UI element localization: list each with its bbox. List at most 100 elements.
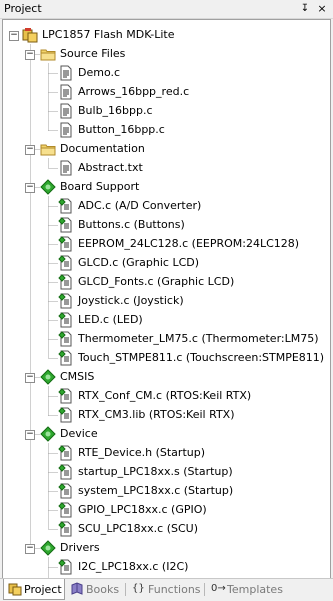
tree-file-item[interactable]: SCU_LPC18xx.c (SCU): [3, 520, 330, 539]
component-file-icon: [58, 388, 74, 404]
folder-icon: [40, 46, 56, 62]
project-root-label: LPC1857 Flash MDK-Lite: [42, 28, 175, 41]
tree-group[interactable]: − Device: [3, 425, 330, 444]
file-icon: [58, 103, 74, 119]
file-label: Abstract.txt: [78, 161, 143, 174]
project-icon: [22, 27, 38, 43]
file-label: RTX_Conf_CM.c (RTOS:Keil RTX): [78, 389, 252, 402]
collapse-toggle-icon[interactable]: −: [25, 50, 35, 60]
component-file-icon: [58, 407, 74, 423]
component-file-icon: [58, 217, 74, 233]
file-label: startup_LPC18xx.s (Startup): [78, 465, 233, 478]
tree-group[interactable]: − CMSIS: [3, 368, 330, 387]
tab-label: Functions: [148, 583, 201, 596]
file-label: system_LPC18xx.c (Startup): [78, 484, 234, 497]
collapse-toggle-icon[interactable]: −: [25, 544, 35, 554]
tree-file-item[interactable]: Bulb_16bpp.c: [3, 102, 330, 121]
panel-tabs: Project Books{} Functions 0→ Templates: [0, 578, 333, 601]
file-label: Joystick.c (Joystick): [78, 294, 184, 307]
tab-books[interactable]: Books: [66, 579, 124, 599]
tree-file-item[interactable]: GLCD.c (Graphic LCD): [3, 254, 330, 273]
component-icon: [40, 179, 56, 195]
tab-templates[interactable]: 0→ Templates: [207, 579, 287, 599]
tree-root-project[interactable]: − LPC1857 Flash MDK-Lite: [3, 26, 330, 45]
component-file-icon: [58, 464, 74, 480]
file-icon: [58, 65, 74, 81]
tab-separator: [125, 583, 126, 596]
tab-label: Templates: [227, 583, 283, 596]
group-label: CMSIS: [60, 370, 95, 383]
component-icon: [40, 369, 56, 385]
tab-label: Project: [24, 583, 62, 596]
collapse-toggle-icon[interactable]: −: [25, 430, 35, 440]
tree-group[interactable]: − Drivers: [3, 539, 330, 558]
group-label: Source Files: [60, 47, 126, 60]
group-label: Device: [60, 427, 98, 440]
file-label: ADC.c (A/D Converter): [78, 199, 202, 212]
tree-file-item[interactable]: Demo.c: [3, 64, 330, 83]
close-icon[interactable]: ×: [315, 2, 329, 15]
file-label: RTE_Device.h (Startup): [78, 446, 206, 459]
project-tree: − LPC1857 Flash MDK-Lite − Source Files Demo…: [3, 20, 330, 578]
file-label: GLCD_Fonts.c (Graphic LCD): [78, 275, 235, 288]
group-label: Drivers: [60, 541, 100, 554]
file-icon: [58, 160, 74, 176]
group-label: Documentation: [60, 142, 145, 155]
tab-functions[interactable]: {} Functions: [128, 579, 203, 599]
component-file-icon: [58, 312, 74, 328]
group-label: Board Support: [60, 180, 140, 193]
tab-separator: [204, 583, 205, 596]
panel-titlebar: Project ↧ ×: [0, 0, 333, 19]
tree-file-item[interactable]: LED.c (LED): [3, 311, 330, 330]
tree-file-item[interactable]: Button_16bpp.c: [3, 121, 330, 140]
pin-icon[interactable]: ↧: [299, 2, 311, 15]
tree-file-item[interactable]: GLCD_Fonts.c (Graphic LCD): [3, 273, 330, 292]
file-label: RTX_CM3.lib (RTOS:Keil RTX): [78, 408, 235, 421]
file-label: Arrows_16bpp_red.c: [78, 85, 190, 98]
component-file-icon: [58, 502, 74, 518]
collapse-toggle-icon[interactable]: −: [9, 31, 19, 41]
tree-file-item[interactable]: Joystick.c (Joystick): [3, 292, 330, 311]
component-file-icon: [58, 236, 74, 252]
tree-file-item[interactable]: system_LPC18xx.c (Startup): [3, 482, 330, 501]
templates-icon: 0→: [211, 583, 226, 594]
tree-file-item[interactable]: GPIO_LPC18xx.c (GPIO): [3, 501, 330, 520]
tree-group[interactable]: − Documentation: [3, 140, 330, 159]
panel-title: Project: [4, 2, 42, 15]
file-label: Touch_STMPE811.c (Touchscreen:STMPE811): [78, 351, 325, 364]
tree-file-item[interactable]: RTX_Conf_CM.c (RTOS:Keil RTX): [3, 387, 330, 406]
tree-file-item[interactable]: I2C_LPC18xx.c (I2C): [3, 558, 330, 577]
braces-icon: {}: [132, 583, 145, 594]
tree-group[interactable]: − Source Files: [3, 45, 330, 64]
file-label: Demo.c: [78, 66, 121, 79]
tab-project[interactable]: Project: [3, 579, 65, 600]
collapse-toggle-icon[interactable]: −: [25, 145, 35, 155]
collapse-toggle-icon[interactable]: −: [25, 183, 35, 193]
tree-group[interactable]: − Board Support: [3, 178, 330, 197]
tree-file-item[interactable]: RTX_CM3.lib (RTOS:Keil RTX): [3, 406, 330, 425]
tree-file-item[interactable]: startup_LPC18xx.s (Startup): [3, 463, 330, 482]
project-panel: − LPC1857 Flash MDK-Lite − Source Files Demo…: [2, 19, 331, 579]
file-label: SCU_LPC18xx.c (SCU): [78, 522, 199, 535]
tree-file-item[interactable]: Thermometer_LM75.c (Thermometer:LM75): [3, 330, 330, 349]
tree-file-item[interactable]: RTE_Device.h (Startup): [3, 444, 330, 463]
tab-label: Books: [86, 583, 120, 596]
tree-file-item[interactable]: EEPROM_24LC128.c (EEPROM:24LC128): [3, 235, 330, 254]
component-file-icon: [58, 350, 74, 366]
file-icon: [58, 84, 74, 100]
component-file-icon: [58, 274, 74, 290]
component-file-icon: [58, 255, 74, 271]
file-label: LED.c (LED): [78, 313, 143, 326]
project-tab-icon: [8, 582, 22, 596]
tree-file-item[interactable]: Buttons.c (Buttons): [3, 216, 330, 235]
component-file-icon: [58, 331, 74, 347]
tree-file-item[interactable]: Touch_STMPE811.c (Touchscreen:STMPE811): [3, 349, 330, 368]
books-icon: [70, 582, 84, 596]
collapse-toggle-icon[interactable]: −: [25, 373, 35, 383]
tree-file-item[interactable]: ADC.c (A/D Converter): [3, 197, 330, 216]
file-label: Button_16bpp.c: [78, 123, 165, 136]
tree-file-item[interactable]: Arrows_16bpp_red.c: [3, 83, 330, 102]
file-label: Buttons.c (Buttons): [78, 218, 185, 231]
tree-file-item[interactable]: Abstract.txt: [3, 159, 330, 178]
file-label: I2C_LPC18xx.c (I2C): [78, 560, 189, 573]
